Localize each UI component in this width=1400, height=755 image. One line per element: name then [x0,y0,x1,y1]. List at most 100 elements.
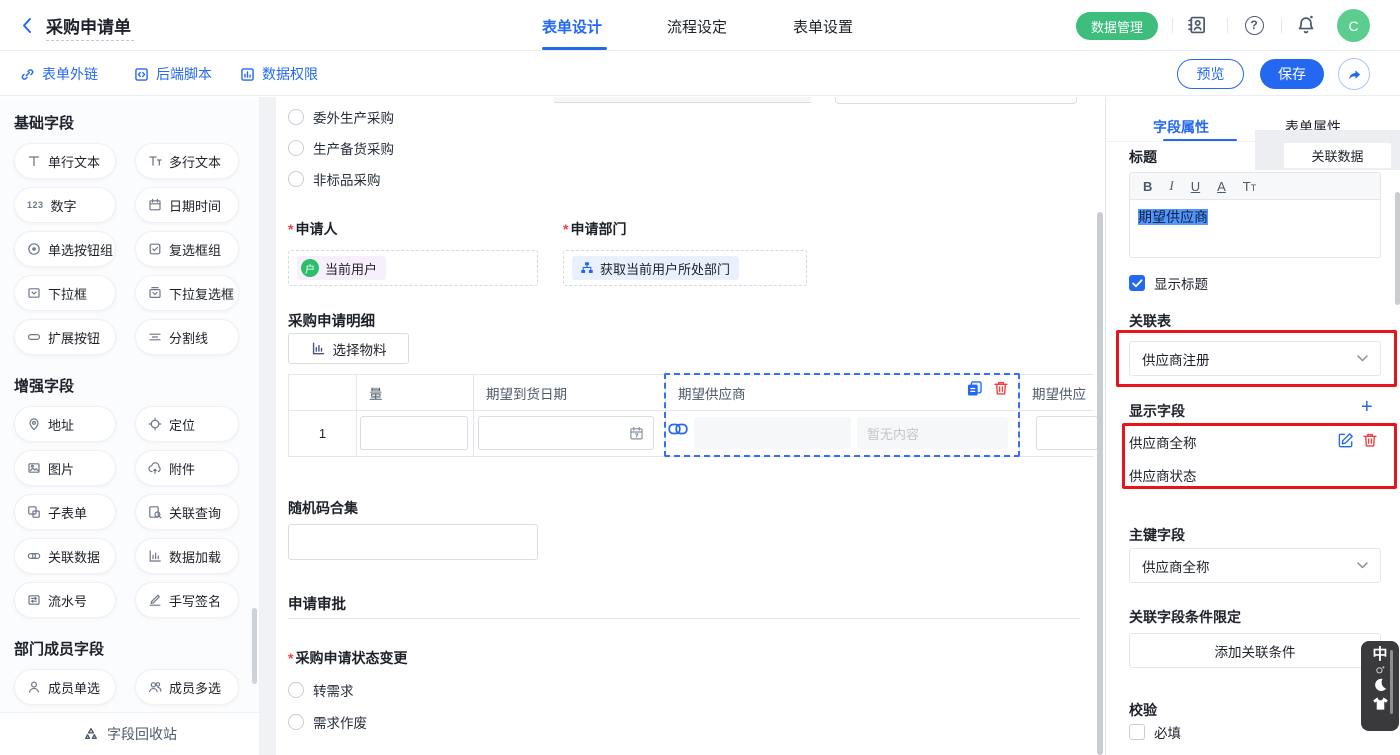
backend-script-link[interactable]: 后端脚本 [134,64,212,84]
language-toggle-button[interactable]: 中 [1372,646,1387,663]
radio-icon[interactable] [288,109,304,125]
field-item-signature[interactable]: 手写签名 [135,582,239,618]
column-header-index[interactable] [289,375,356,410]
select-material-button[interactable]: 选择物料 [288,333,409,364]
column-header-expected-supplier-2[interactable]: 期望供应 [1019,375,1093,410]
canvas-scrollbar-thumb[interactable] [1097,212,1103,755]
title-rename-underline[interactable] [46,40,134,41]
field-item-location[interactable]: 定位 [135,406,239,442]
preview-button[interactable]: 预览 [1177,59,1244,89]
add-relation-condition-button[interactable]: 添加关联条件 [1129,633,1381,668]
field-item-multi-line-text[interactable]: 多行文本 [135,143,239,179]
sidebar-scrollbar-thumb[interactable] [252,608,257,684]
copy-column-icon[interactable] [966,380,983,397]
supplier-2-input[interactable] [1036,416,1098,450]
field-item-attachment[interactable]: 附件 [135,450,239,486]
data-permission-link[interactable]: 数据权限 [240,64,318,84]
relation-table-select[interactable]: 供应商注册 [1129,341,1381,376]
field-item-checkbox-group[interactable]: 复选框组 [135,231,239,267]
checkbox-checked-icon[interactable] [1129,275,1145,291]
bold-button[interactable]: B [1143,179,1152,194]
radio-icon[interactable] [288,171,304,187]
notification-bell-icon[interactable] [1295,14,1317,36]
field-item-relation-data[interactable]: 关联数据 [14,538,116,574]
show-title-checkbox[interactable]: 显示标题 [1129,273,1208,293]
radio-option-outsourced[interactable]: 委外生产采购 [288,107,394,127]
delete-display-field-icon[interactable] [1362,432,1378,448]
checkbox-label: 显示标题 [1154,273,1208,293]
field-item-dropdown[interactable]: 下拉框 [14,275,116,311]
theme-shirt-icon[interactable] [1372,696,1389,711]
random-code-input[interactable] [288,524,538,560]
underline-button[interactable]: U [1191,179,1200,194]
field-item-divider-line[interactable]: 分割线 [135,319,239,355]
column-header-expected-date[interactable]: 期望到货日期 [473,375,665,410]
dark-mode-moon-icon[interactable] [1372,677,1388,693]
form-external-link[interactable]: 表单外链 [20,64,98,84]
user-avatar[interactable]: C [1337,9,1370,42]
back-icon[interactable] [20,17,35,34]
field-palette-sidebar: 基础字段 单行文本 多行文本 123 数字 日期时间 单选按钮组 [0,97,260,755]
field-item-datetime[interactable]: 日期时间 [135,187,239,223]
checkbox-unchecked-icon[interactable] [1129,724,1145,740]
share-button[interactable] [1338,58,1370,90]
italic-button[interactable]: I [1169,178,1173,194]
radio-option-to-demand[interactable]: 转需求 [288,680,354,700]
tab-form-design[interactable]: 表单设计 [542,16,602,37]
radio-icon[interactable] [288,140,304,156]
add-display-field-icon[interactable]: + [1361,397,1373,417]
status-change-label: *采购申请状态变更 [288,648,407,668]
current-user-chip[interactable]: 户 当前用户 [297,256,386,280]
field-item-image[interactable]: 图片 [14,450,116,486]
field-item-data-load[interactable]: 数据加载 [135,538,239,574]
display-field-item-fullname[interactable]: 供应商全称 [1129,432,1197,452]
field-item-extend-button[interactable]: 扩展按钮 [14,319,116,355]
field-item-address[interactable]: 地址 [14,406,116,442]
primary-key-select[interactable]: 供应商全称 [1129,548,1381,583]
department-field[interactable]: 获取当前用户所处部门 [563,250,807,286]
data-manage-button[interactable]: 数据管理 [1076,12,1158,40]
column-header-quantity[interactable]: 量 [356,375,473,410]
browser-extension-widget[interactable]: 中 [1361,641,1399,731]
field-item-radio-group[interactable]: 单选按钮组 [14,231,116,267]
delete-column-icon[interactable] [993,380,1009,396]
tab-form-settings[interactable]: 表单设置 [793,16,853,37]
field-item-member-single[interactable]: 成员单选 [14,669,116,705]
font-color-button[interactable]: A [1217,179,1226,194]
radio-label: 非标品采购 [313,169,381,189]
current-department-chip[interactable]: 获取当前用户所处部门 [572,256,739,280]
field-item-relation-query[interactable]: 关联查询 [135,494,239,530]
edit-display-field-icon[interactable] [1338,432,1354,448]
required-asterisk: * [288,650,293,666]
required-asterisk: * [563,221,568,237]
help-icon[interactable]: ? [1243,14,1265,36]
field-item-serial-number[interactable]: 流水号 [14,582,116,618]
required-checkbox[interactable]: 必填 [1129,722,1181,742]
single-text-icon [27,154,41,168]
tab-flow-settings[interactable]: 流程设定 [667,16,727,37]
radio-option-nonstandard[interactable]: 非标品采购 [288,169,381,189]
radio-option-demand-void[interactable]: 需求作废 [288,712,367,732]
tab-field-properties[interactable]: 字段属性 [1153,117,1209,137]
applicant-field[interactable]: 户 当前用户 [288,250,538,286]
relation-display-box-1 [694,417,851,449]
field-item-number[interactable]: 123 数字 [14,187,116,223]
radio-icon[interactable] [288,714,304,730]
field-item-single-line-text[interactable]: 单行文本 [14,143,116,179]
title-editor[interactable]: 期望供应商 [1129,200,1381,258]
date-input[interactable] [478,416,654,450]
clipped-input-bottom[interactable] [835,97,1077,104]
display-field-item-status[interactable]: 供应商状态 [1129,465,1197,485]
field-item-member-multi[interactable]: 成员多选 [135,669,239,705]
contact-book-icon[interactable] [1186,14,1208,36]
field-recycle-bin[interactable]: 字段回收站 [0,712,260,755]
field-item-multi-dropdown[interactable]: 下拉复选框 [135,275,239,311]
font-size-button[interactable]: TT [1243,179,1256,194]
radio-option-stock[interactable]: 生产备货采购 [288,138,394,158]
radio-icon[interactable] [288,682,304,698]
clipped-element-bottom [554,97,811,103]
quantity-input[interactable] [360,416,468,450]
save-button[interactable]: 保存 [1260,59,1324,89]
panel-scrollbar-thumb[interactable] [1395,192,1400,305]
field-item-subform[interactable]: 子表单 [14,494,116,530]
